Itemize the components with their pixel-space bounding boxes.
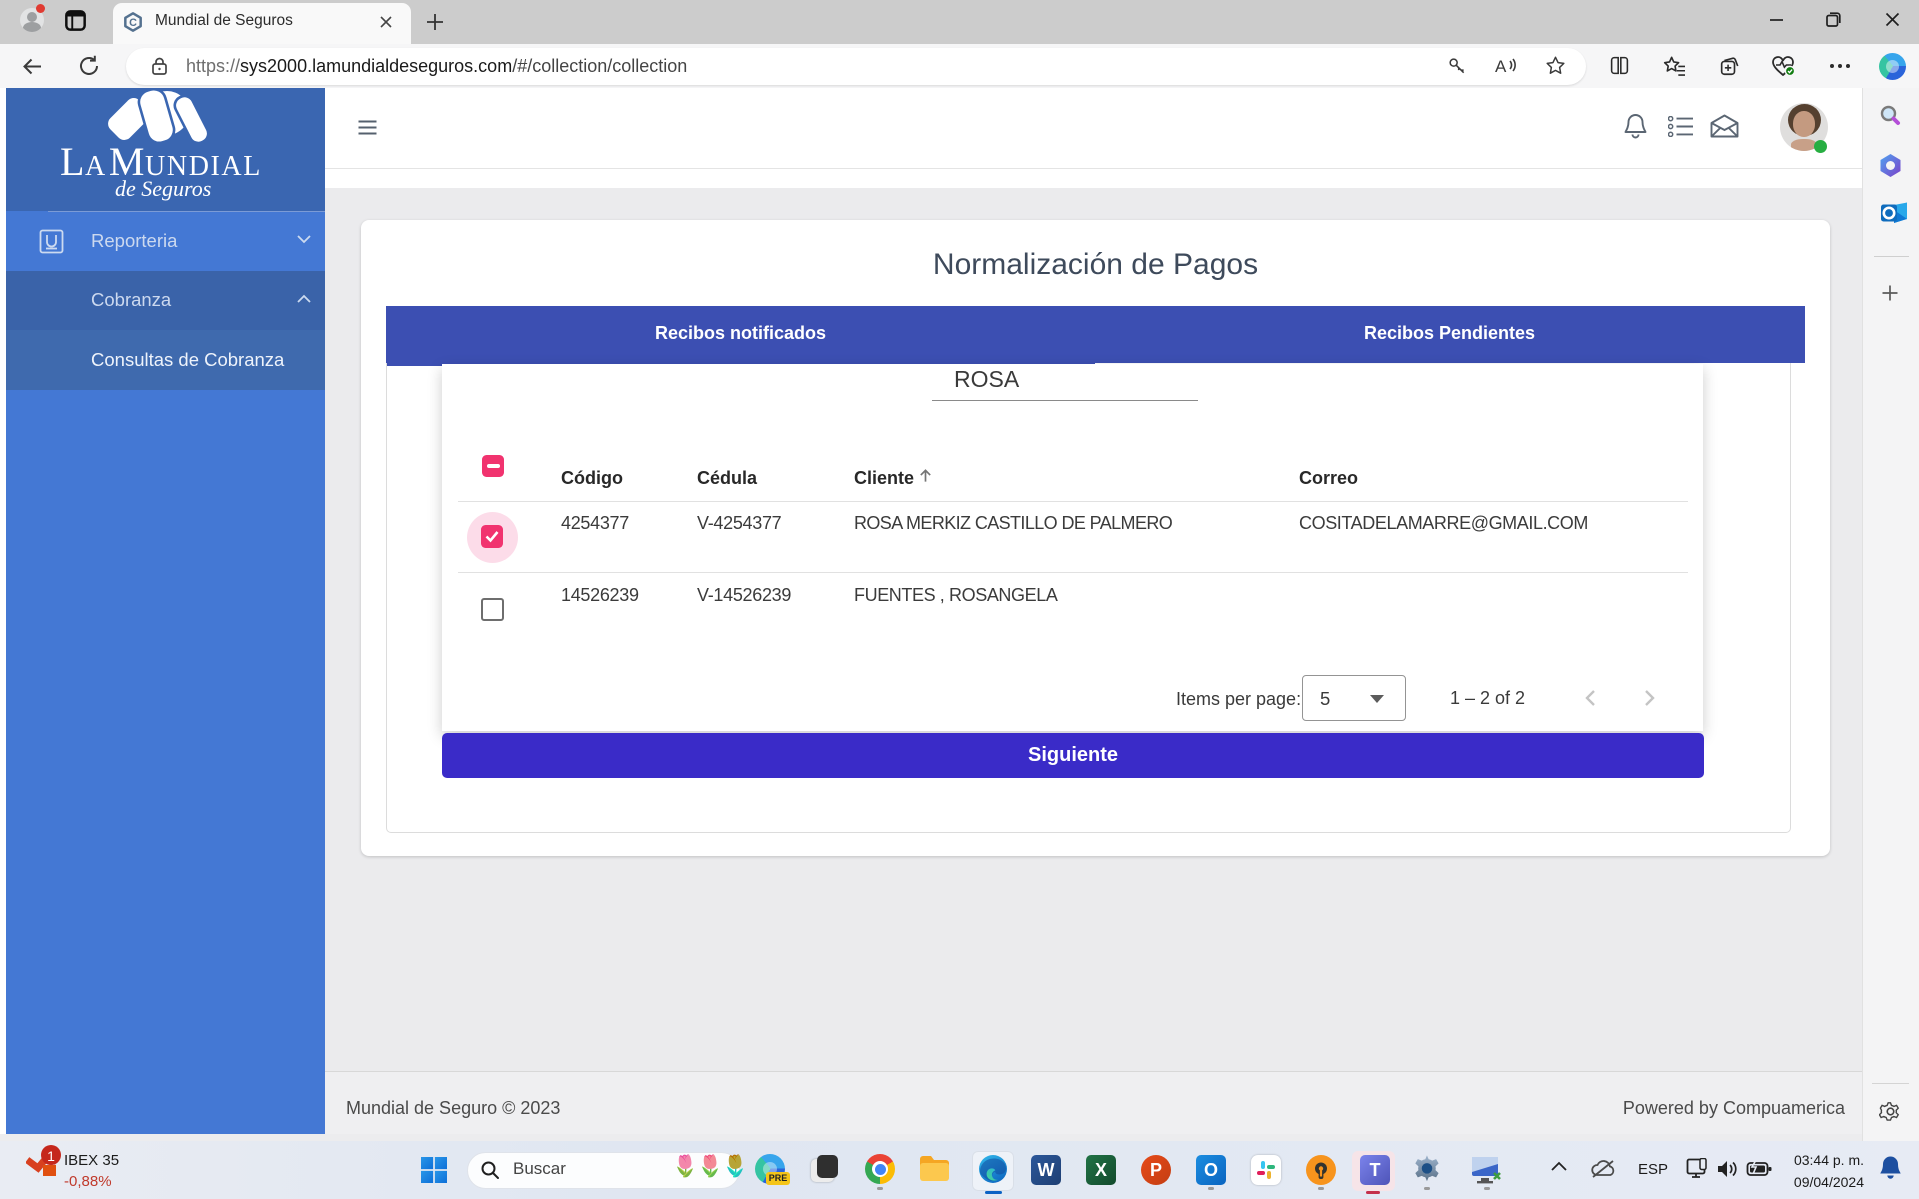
svg-text:C: C: [129, 17, 137, 29]
svg-text:de Seguros: de Seguros: [115, 176, 211, 201]
svg-text:A: A: [1495, 57, 1507, 76]
